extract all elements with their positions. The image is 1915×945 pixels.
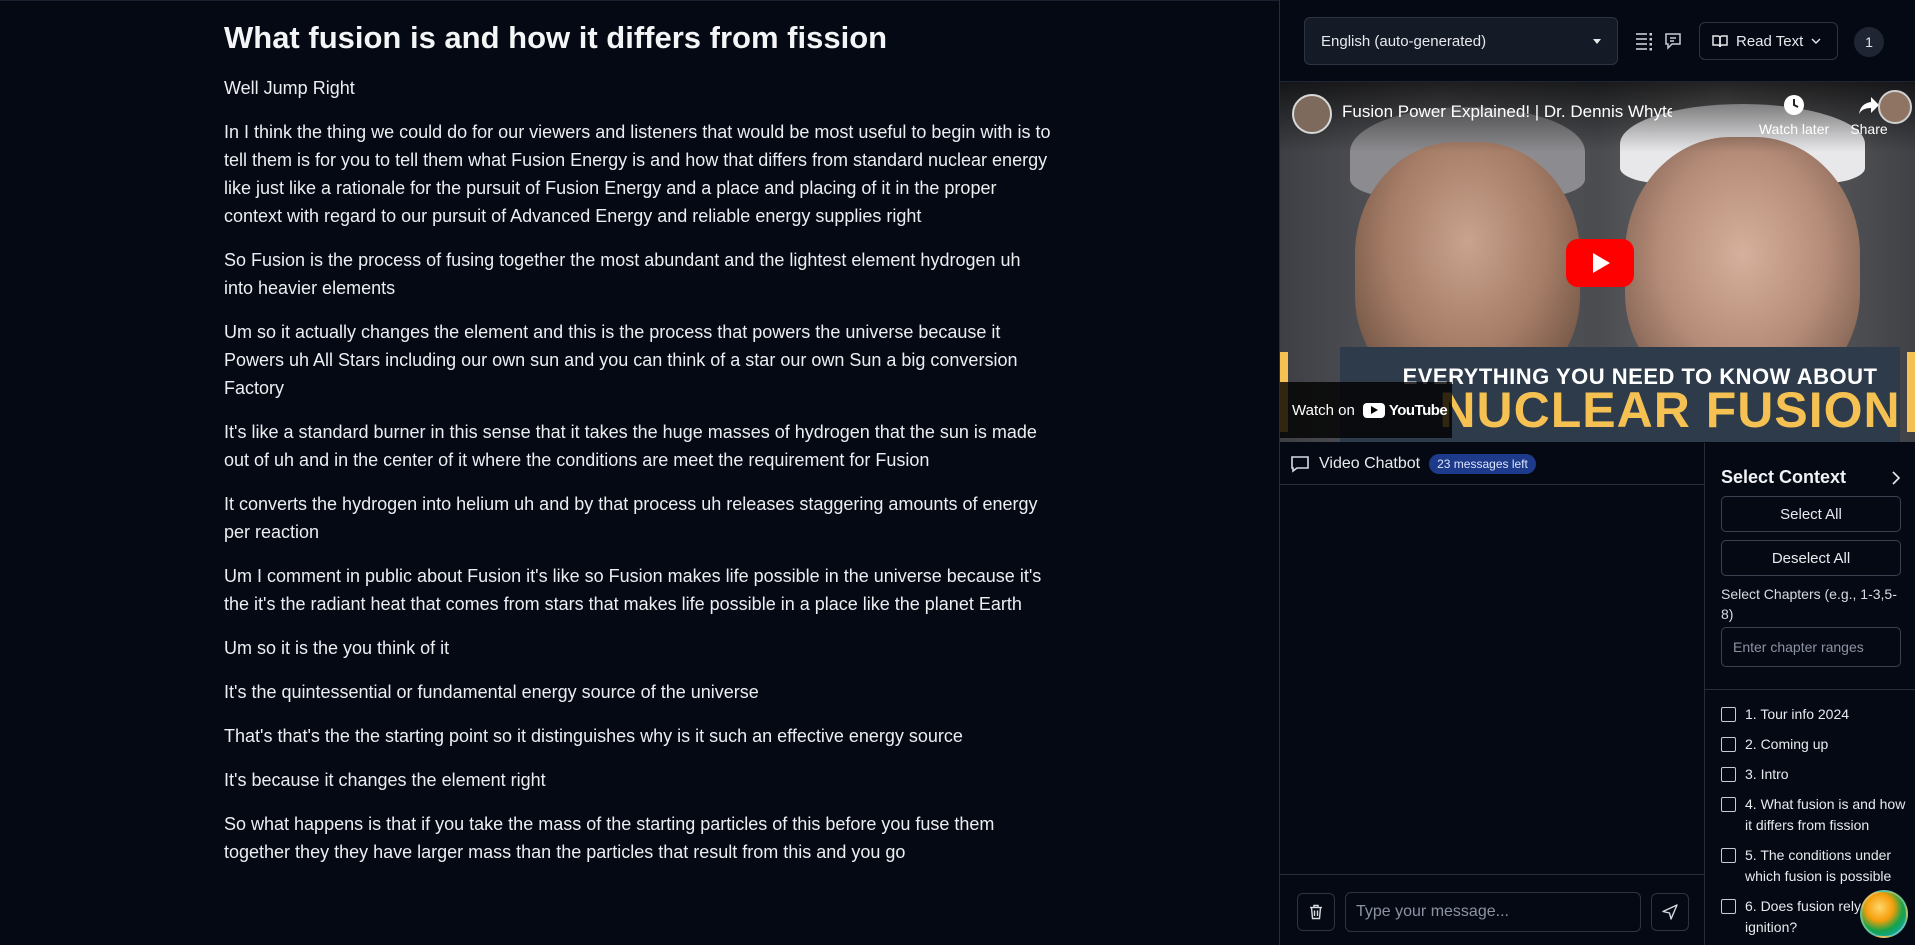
select-context-title: Select Context [1721,467,1847,487]
watch-later-button[interactable]: Watch later [1758,94,1830,137]
transcript-paragraph: That's that's the the starting point so … [224,726,963,746]
transcript-paragraph: It's the quintessential or fundamental e… [224,682,759,702]
youtube-logo: YouTube [1362,401,1448,419]
chapter-item[interactable]: 4. What fusion is and how it differs fro… [1721,796,1911,836]
list-view-icon[interactable] [1632,29,1656,53]
video-player[interactable]: Fusion Power Explained! | Dr. Dennis Why… [1280,82,1915,442]
channel-avatar[interactable] [1292,94,1332,134]
chat-message-input[interactable] [1345,892,1641,932]
select-all-button[interactable]: Select All [1721,496,1901,532]
chapter-label: 2. Coming up [1745,736,1829,752]
book-icon [1712,35,1728,48]
select-context-header[interactable]: Select Context [1721,467,1901,488]
app-root: What fusion is and how it differs from f… [0,0,1915,945]
caret-down-icon [1593,38,1601,44]
message-icon [1291,455,1309,473]
transcript-paragraph: It converts the hydrogen into helium uh … [224,494,1038,542]
chevron-right-icon [1892,470,1901,485]
account-avatar[interactable] [1878,90,1912,124]
chapter-item[interactable]: 3. Intro [1721,766,1911,785]
right-panel: English (auto-generated) Read Text 1 Fus… [1280,0,1915,945]
video-title[interactable]: Fusion Power Explained! | Dr. Dennis Why… [1342,102,1672,122]
transcript-paragraph: Um I comment in public about Fusion it's… [224,566,1042,614]
watch-on-youtube-link[interactable]: Watch on YouTube [1280,382,1452,438]
chapter-checkbox[interactable] [1721,848,1736,863]
chapter-label: 4. What fusion is and how it differs fro… [1745,796,1906,833]
clear-chat-button[interactable] [1297,893,1335,931]
chapter-label: 1. Tour info 2024 [1745,706,1850,722]
share-label: Share [1850,121,1888,137]
deselect-all-button[interactable]: Deselect All [1721,540,1901,576]
watch-on-label: Watch on [1292,401,1355,419]
chevron-down-icon [1811,38,1821,44]
trash-icon [1310,904,1322,920]
separator [1705,689,1915,690]
chapter-item[interactable]: 1. Tour info 2024 [1721,706,1911,725]
chat-summary-icon[interactable] [1661,29,1685,53]
read-text-label: Read Text [1736,32,1804,50]
chapter-label: 5. The conditions under which fusion is … [1745,847,1892,884]
toolbar: English (auto-generated) Read Text 1 [1280,0,1915,82]
youtube-wordmark: YouTube [1388,401,1448,419]
read-text-button[interactable]: Read Text [1699,22,1838,60]
chapter-ranges-input[interactable] [1721,627,1901,667]
chapter-checkbox[interactable] [1721,899,1736,914]
watch-later-label: Watch later [1758,121,1830,137]
play-button[interactable] [1566,239,1634,287]
chapter-item[interactable]: 5. The conditions under which fusion is … [1721,847,1911,887]
chapter-checkbox[interactable] [1721,707,1736,722]
clock-icon [1784,95,1804,115]
chat-input-bar [1280,874,1704,945]
chapter-title: What fusion is and how it differs from f… [224,20,888,55]
messages-left-badge: 23 messages left [1429,453,1536,474]
chatbot-title: Video Chatbot [1319,454,1421,472]
assistant-avatar-button[interactable] [1860,890,1908,938]
chapter-checkbox[interactable] [1721,737,1736,752]
transcript-content: What fusion is and how it differs from f… [224,19,1054,882]
send-message-button[interactable] [1651,893,1689,931]
chapter-item[interactable]: 2. Coming up [1721,736,1911,755]
transcript-paragraph: Well Jump Right [224,78,355,98]
video-chatbot: Video Chatbot 23 messages left [1280,443,1705,945]
transcript-panel[interactable]: What fusion is and how it differs from f… [0,0,1279,945]
chat-messages-area[interactable] [1280,486,1704,874]
transcript-paragraph: So what happens is that if you take the … [224,814,995,862]
chapter-checkbox[interactable] [1721,767,1736,782]
play-icon [1593,253,1610,273]
youtube-icon [1362,402,1385,418]
count-badge[interactable]: 1 [1854,27,1884,57]
chapters-label: Select Chapters (e.g., 1-3,5-8) [1721,586,1897,622]
transcript-paragraph: Um so it actually changes the element an… [224,322,1018,398]
transcript-paragraph: In I think the thing we could do for our… [224,122,1051,226]
banner-text-line2: NUCLEAR FUSION [1439,382,1901,438]
select-context-panel: Select Context Select All Deselect All S… [1705,443,1915,945]
language-select-value: English (auto-generated) [1321,32,1487,50]
chapter-label: 3. Intro [1745,766,1789,782]
chapter-checkbox[interactable] [1721,797,1736,812]
send-icon [1662,904,1678,920]
chatbot-header: Video Chatbot 23 messages left [1280,443,1704,485]
transcript-paragraph: Um so it is the you think of it [224,638,450,658]
transcript-paragraph: So Fusion is the process of fusing toget… [224,250,1021,298]
language-select[interactable]: English (auto-generated) [1304,17,1618,65]
transcript-paragraph: It's because it changes the element righ… [224,770,546,790]
transcript-paragraph: It's like a standard burner in this sens… [224,422,1037,470]
